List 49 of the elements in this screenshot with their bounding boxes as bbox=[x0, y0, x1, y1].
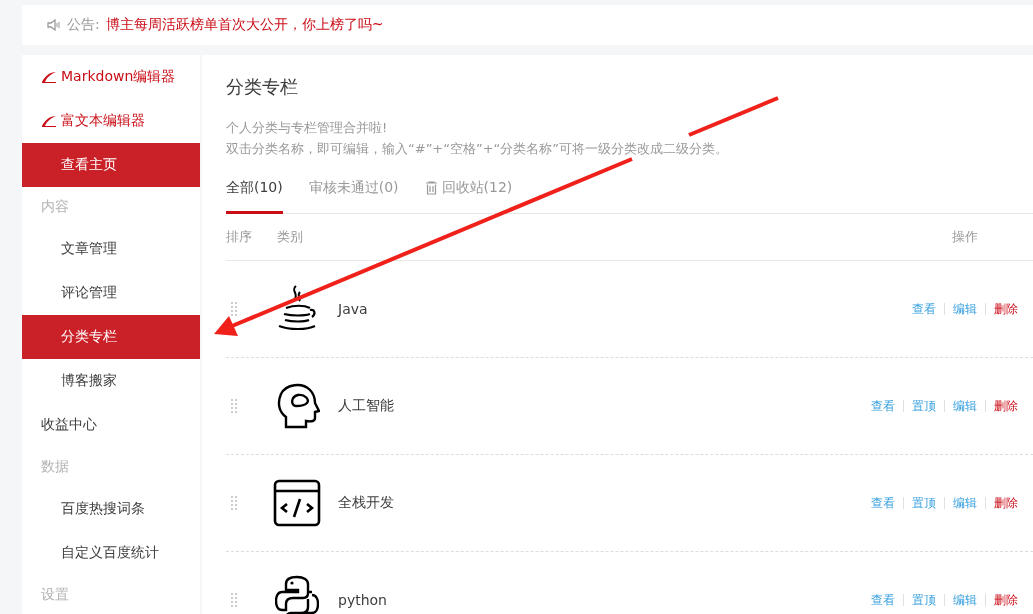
action-link[interactable]: 编辑 bbox=[953, 494, 977, 512]
page-title: 分类专栏 bbox=[226, 75, 299, 99]
trash-icon bbox=[424, 181, 438, 195]
sidebar-item[interactable]: 收益中心 bbox=[22, 403, 200, 447]
action-link[interactable]: 查看 bbox=[871, 494, 895, 512]
sidebar-item[interactable]: 百度热搜词条 bbox=[22, 487, 200, 531]
category-name[interactable]: Java bbox=[338, 301, 912, 317]
sidebar-item[interactable]: 评论管理 bbox=[22, 271, 200, 315]
delete-link[interactable]: 删除 bbox=[994, 397, 1018, 415]
action-link[interactable]: 编辑 bbox=[953, 397, 977, 415]
action-link[interactable]: 查看 bbox=[871, 397, 895, 415]
section-heading: 内容 bbox=[41, 198, 69, 216]
category-name[interactable]: 人工智能 bbox=[338, 397, 871, 415]
sidebar-item[interactable]: 自定义百度统计 bbox=[22, 531, 200, 575]
category-name[interactable]: 全栈开发 bbox=[338, 494, 871, 512]
drag-handle[interactable] bbox=[230, 398, 238, 414]
section-heading: 数据 bbox=[41, 458, 69, 476]
quill-icon bbox=[41, 115, 57, 127]
speaker-icon bbox=[47, 18, 61, 32]
sidebar-item[interactable]: 分类专栏 bbox=[22, 315, 200, 359]
homepage-button[interactable]: 查看主页 bbox=[22, 143, 200, 187]
action-link[interactable]: 编辑 bbox=[953, 300, 977, 318]
section-heading: 设置 bbox=[41, 586, 69, 604]
python-logo-icon bbox=[275, 575, 319, 614]
action-link[interactable]: 查看 bbox=[912, 300, 936, 318]
column-header: 操作 bbox=[952, 228, 978, 246]
action-link[interactable]: 查看 bbox=[871, 591, 895, 609]
action-link[interactable]: 置顶 bbox=[912, 591, 936, 609]
sidebar-item[interactable]: 文章管理 bbox=[22, 227, 200, 271]
drag-handle[interactable] bbox=[230, 495, 238, 511]
notice-label: 公告: bbox=[67, 16, 100, 34]
code-window-icon bbox=[273, 479, 321, 527]
column-header: 排序 bbox=[226, 228, 253, 246]
editor-link[interactable]: Markdown编辑器 bbox=[61, 68, 176, 86]
action-link[interactable]: 置顶 bbox=[912, 397, 936, 415]
delete-link[interactable]: 删除 bbox=[994, 591, 1018, 609]
action-link[interactable]: 置顶 bbox=[912, 494, 936, 512]
drag-handle[interactable] bbox=[230, 301, 238, 317]
delete-link[interactable]: 删除 bbox=[994, 300, 1018, 318]
column-header: 类别 bbox=[277, 228, 304, 246]
sidebar-item[interactable]: 博客搬家 bbox=[22, 359, 200, 403]
delete-link[interactable]: 删除 bbox=[994, 494, 1018, 512]
action-link[interactable]: 编辑 bbox=[953, 591, 977, 609]
category-name[interactable]: python bbox=[338, 592, 871, 608]
drag-handle[interactable] bbox=[230, 592, 238, 608]
editor-link[interactable]: 富文本编辑器 bbox=[61, 112, 145, 130]
notice-text[interactable]: 博主每周活跃榜单首次大公开，你上榜了吗~ bbox=[105, 16, 384, 34]
tab[interactable]: 全部(10) bbox=[226, 175, 283, 214]
quill-icon bbox=[41, 71, 57, 83]
